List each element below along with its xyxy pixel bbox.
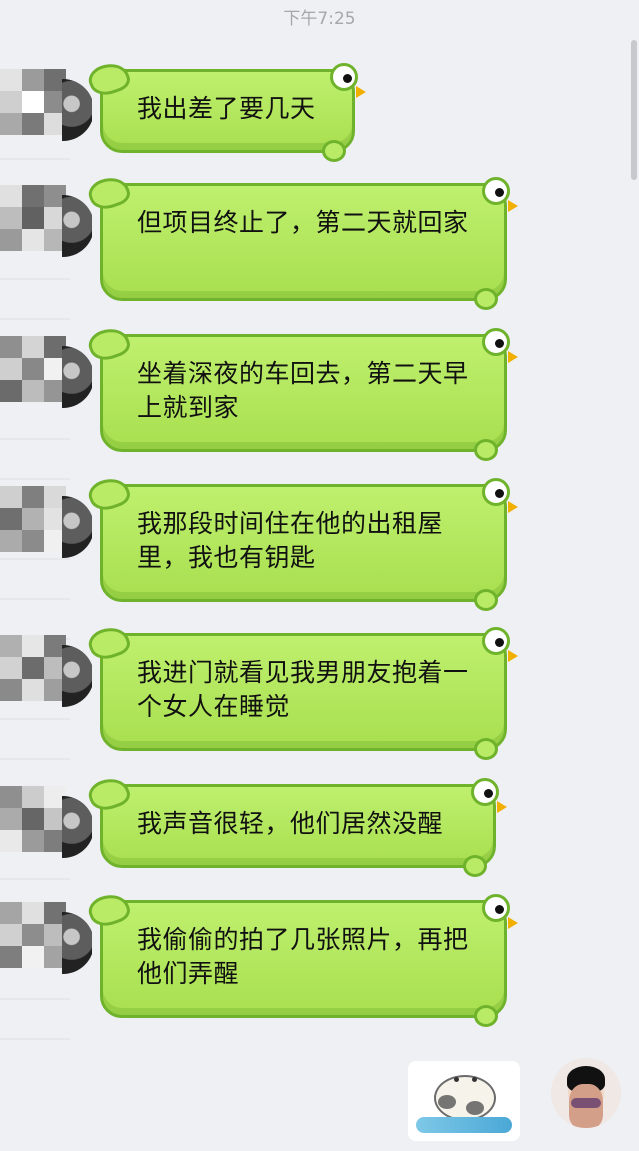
chat-bubble[interactable]: 我出差了要几天 bbox=[85, 58, 366, 162]
scrollbar[interactable] bbox=[631, 40, 637, 180]
chat-bubble[interactable]: 我那段时间住在他的出租屋里，我也有钥匙 bbox=[85, 473, 518, 611]
timestamp: 下午7:25 bbox=[283, 9, 356, 29]
message-text: 我进门就看见我男朋友抱着一个女人在睡觉 bbox=[137, 658, 469, 721]
sticker-icon[interactable] bbox=[408, 1061, 520, 1141]
water-icon bbox=[416, 1117, 512, 1133]
mosaic-avatar-icon[interactable] bbox=[0, 69, 92, 157]
message-text: 我偷偷的拍了几张照片，再把他们弄醒 bbox=[137, 925, 469, 988]
chat-bubble[interactable]: 我声音很轻，他们居然没醒 bbox=[85, 773, 507, 877]
mosaic-avatar-icon[interactable] bbox=[0, 185, 92, 273]
message-text: 我声音很轻，他们居然没醒 bbox=[137, 809, 444, 838]
mosaic-avatar-icon[interactable] bbox=[0, 902, 92, 990]
message-text: 我那段时间住在他的出租屋里，我也有钥匙 bbox=[137, 509, 444, 572]
message-text: 我出差了要几天 bbox=[137, 94, 316, 123]
mosaic-avatar-icon[interactable] bbox=[0, 486, 92, 574]
mosaic-avatar-icon[interactable] bbox=[0, 786, 92, 874]
mosaic-avatar-icon[interactable] bbox=[0, 336, 92, 424]
message-text: 但项目终止了，第二天就回家 bbox=[137, 208, 469, 237]
mosaic-avatar-icon[interactable] bbox=[0, 635, 92, 723]
chat-bubble[interactable]: 坐着深夜的车回去，第二天早上就到家 bbox=[85, 323, 518, 461]
avatar-icon[interactable] bbox=[551, 1058, 621, 1128]
chat-bubble[interactable]: 我偷偷的拍了几张照片，再把他们弄醒 bbox=[85, 889, 518, 1027]
chat-bubble[interactable]: 我进门就看见我男朋友抱着一个女人在睡觉 bbox=[85, 622, 518, 760]
message-text: 坐着深夜的车回去，第二天早上就到家 bbox=[137, 359, 469, 422]
chat-bubble[interactable]: 但项目终止了，第二天就回家 bbox=[85, 172, 518, 310]
